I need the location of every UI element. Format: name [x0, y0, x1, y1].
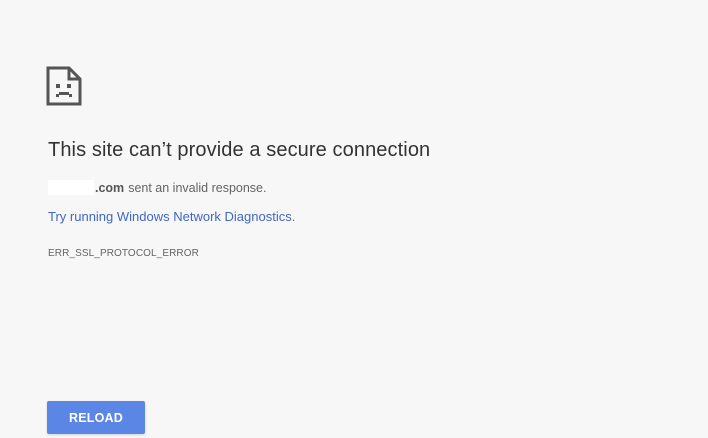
error-detail: .com sent an invalid response. — [48, 180, 266, 195]
sad-page-icon — [46, 66, 82, 106]
page-title: This site can’t provide a secure connect… — [48, 139, 431, 161]
reload-button[interactable]: RELOAD — [47, 401, 145, 434]
error-message: sent an invalid response. — [128, 180, 267, 195]
domain-text: .com — [95, 180, 125, 195]
error-code: ERR_SSL_PROTOCOL_ERROR — [48, 248, 199, 259]
redacted-domain-block — [48, 180, 94, 195]
error-page: This site can’t provide a secure connect… — [0, 0, 708, 438]
network-diagnostics-link[interactable]: Try running Windows Network Diagnostics. — [48, 209, 295, 224]
